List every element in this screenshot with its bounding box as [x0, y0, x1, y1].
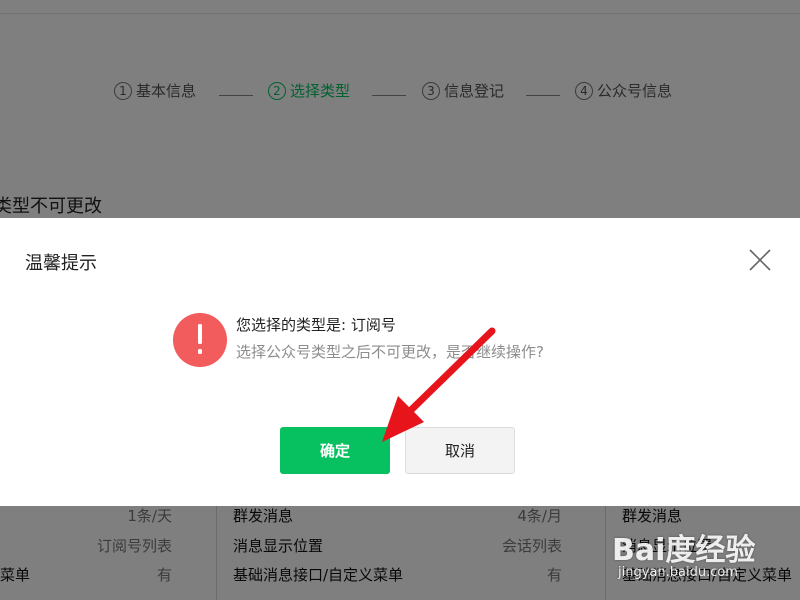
cancel-button[interactable]: 取消: [405, 427, 515, 474]
dialog-title: 温馨提示: [25, 253, 97, 274]
dialog-submessage: 选择公众号类型之后不可更改，是否继续操作?: [236, 343, 544, 361]
confirm-button[interactable]: 确定: [280, 427, 390, 474]
warning-icon: [173, 313, 227, 367]
close-icon[interactable]: [748, 248, 772, 272]
watermark-logo: Bai度经验: [612, 533, 756, 568]
confirm-dialog: 温馨提示: [0, 218, 800, 506]
dialog-message: 您选择的类型是: 订阅号: [236, 316, 396, 334]
watermark-url: jingyan.baidu.com: [618, 565, 738, 580]
